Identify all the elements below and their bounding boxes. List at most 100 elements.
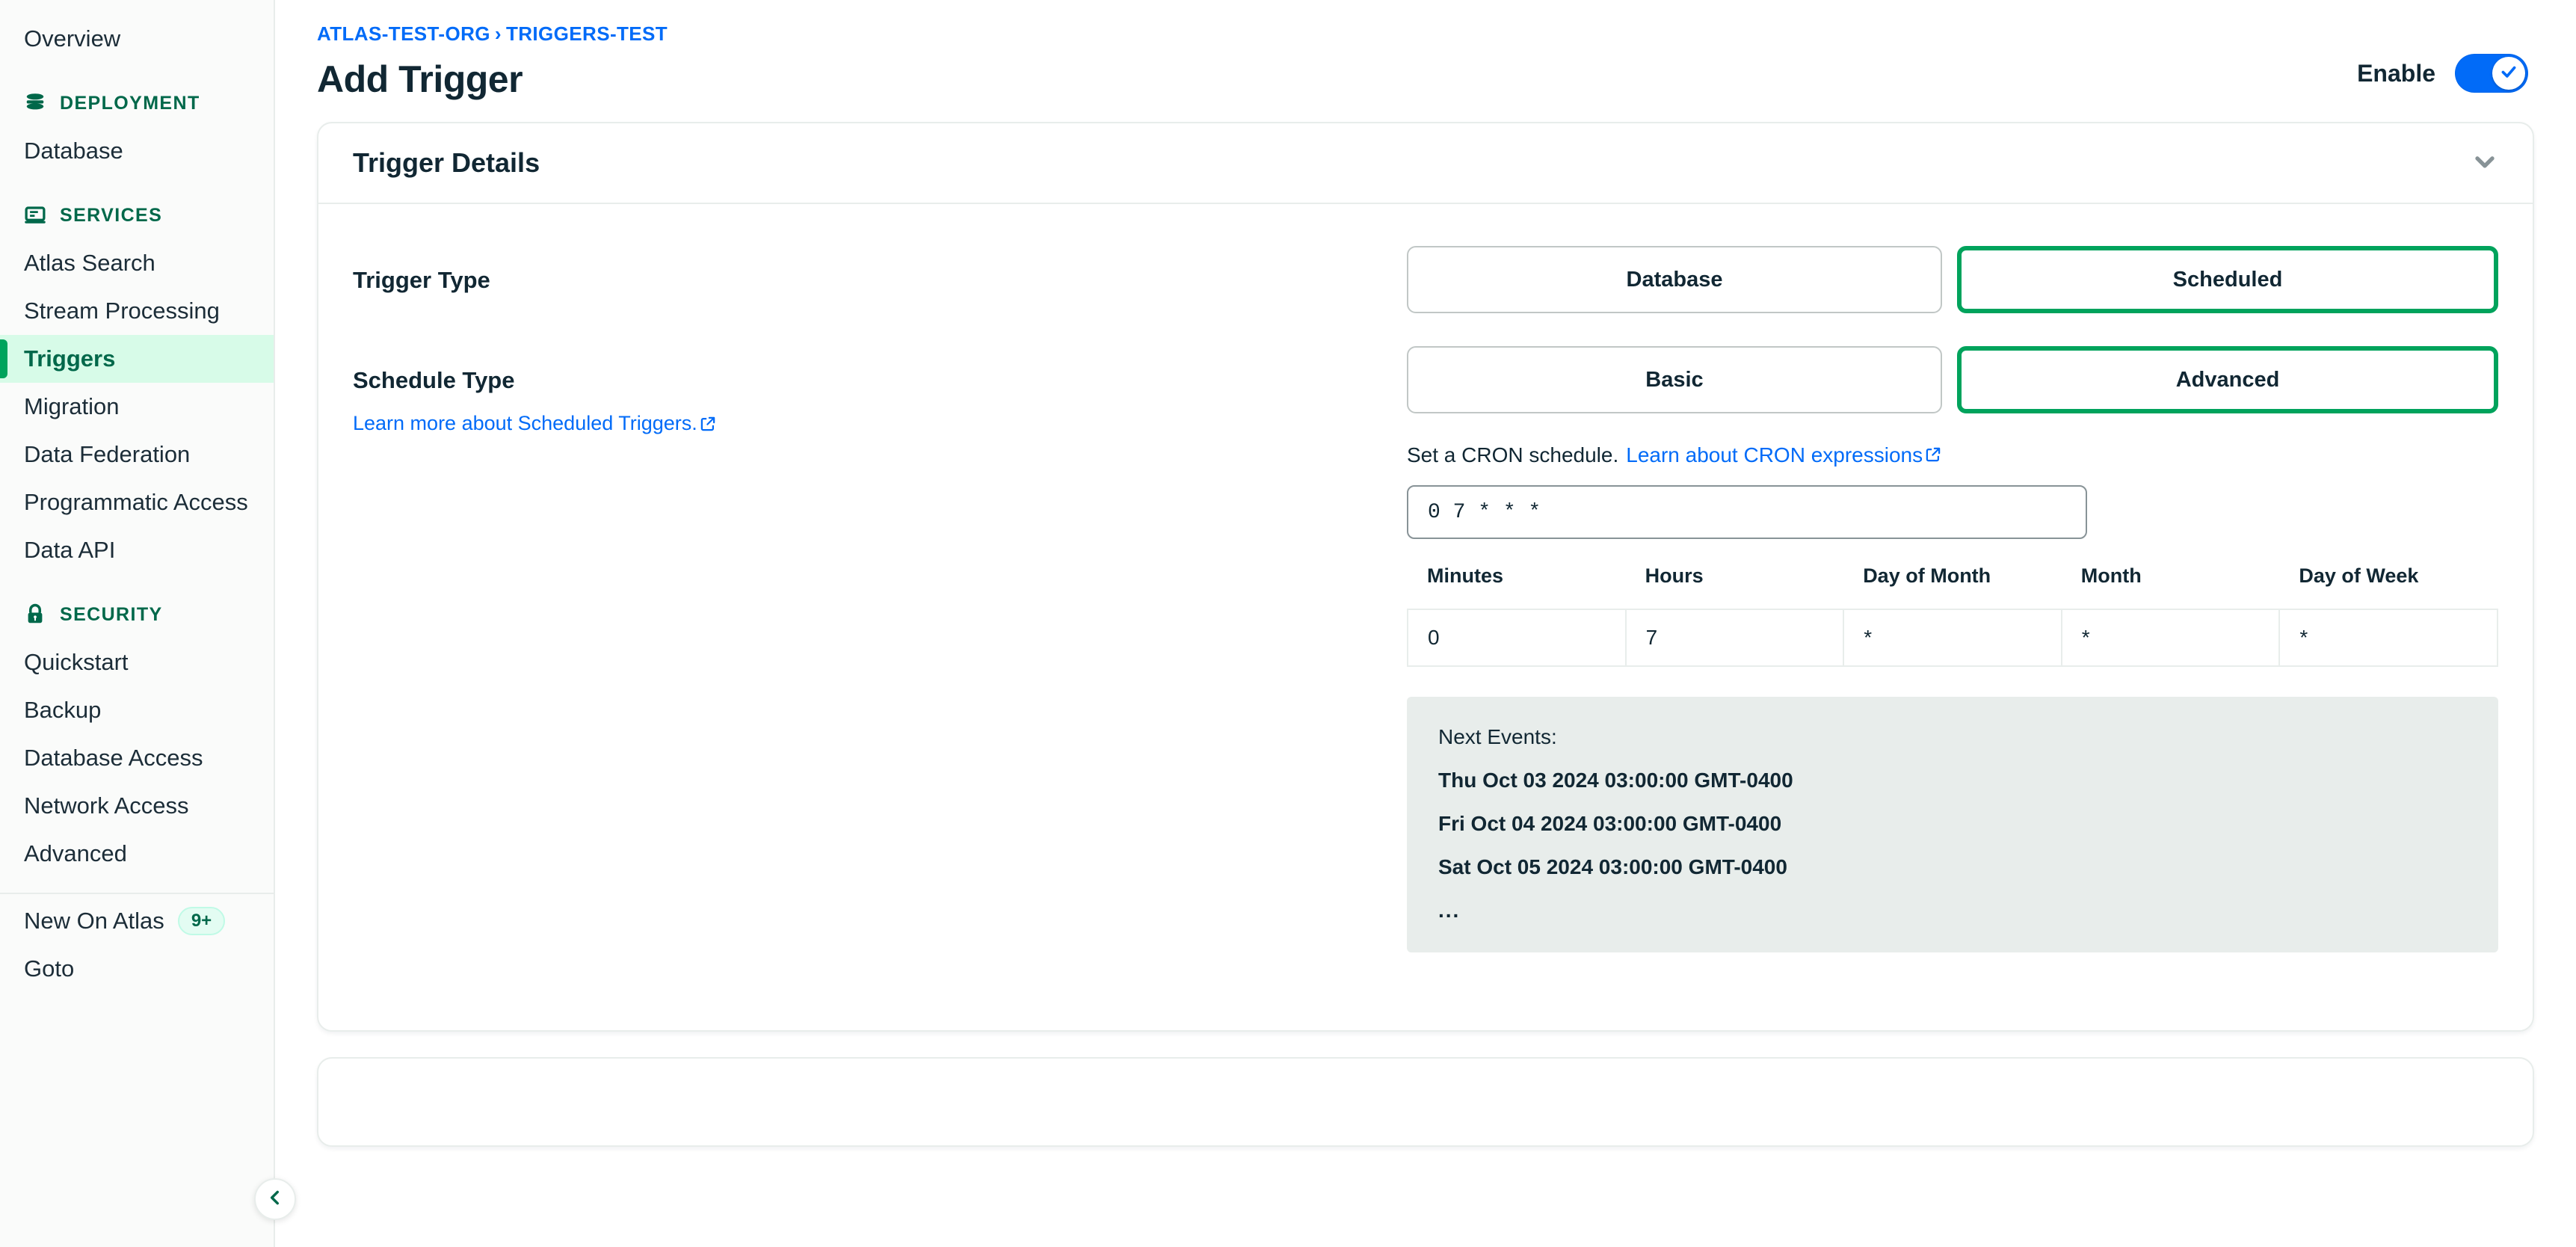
cron-column-day-of-month: Day of Month (1863, 564, 1991, 587)
sidebar-section-label: DEPLOYMENT (60, 92, 200, 114)
next-events-ellipsis: ... (1438, 899, 1461, 922)
cron-column-day-of-week: Day of Week (2299, 564, 2419, 587)
sidebar-item-label: Overview (24, 25, 121, 52)
trigger-details-title: Trigger Details (353, 147, 540, 178)
sidebar-section-label: SERVICES (60, 204, 163, 226)
sidebar-item-overview[interactable]: Overview (0, 15, 274, 63)
cron-column-minutes: Minutes (1427, 564, 1504, 587)
services-icon (24, 204, 46, 227)
cron-expressions-learn-text: Learn about CRON expressions (1626, 443, 1923, 467)
sidebar-section-label: SECURITY (60, 603, 163, 625)
breadcrumb[interactable]: ATLAS-TEST-ORG › TRIGGERS-TEST (317, 22, 668, 46)
cron-table-head: Minutes Hours Day of Month Month Day of … (1408, 564, 2498, 609)
sidebar-navigation: Overview DEPLOYMENT Database SERVICES At… (0, 0, 296, 1247)
sidebar-item-label: Migration (24, 393, 120, 419)
cron-column-month: Month (2080, 564, 2142, 587)
check-icon (2499, 62, 2518, 85)
chevron-down-icon[interactable] (2470, 147, 2500, 180)
sidebar-item-label: Database Access (24, 745, 203, 771)
sidebar-item-database[interactable]: Database (0, 127, 274, 175)
page-header: ATLAS-TEST-ORG › TRIGGERS-TEST Add Trigger… (275, 0, 2576, 101)
next-section-card (317, 1057, 2534, 1147)
trigger-type-label-col: Trigger Type (353, 246, 1407, 294)
list-item: Thu Oct 03 2024 03:00:00 GMT-0400 (1438, 769, 1793, 792)
enable-toggle[interactable] (2455, 54, 2528, 93)
trigger-type-segmented-control: Database Scheduled (1407, 246, 2498, 313)
trigger-type-control-col: Database Scheduled (1407, 246, 2498, 313)
atlas-app-window: Overview DEPLOYMENT Database SERVICES At… (0, 0, 2576, 1247)
trigger-details-body: Trigger Type Database Scheduled Schedule… (318, 204, 2533, 1030)
list-item: Sat Oct 05 2024 03:00:00 GMT-0400 (1438, 855, 1787, 878)
sidebar-item-label: Data API (24, 537, 116, 563)
sidebar-item-label: New On Atlas (24, 908, 164, 934)
database-icon (24, 92, 46, 114)
sidebar-item-label: Network Access (24, 792, 189, 819)
lock-icon (24, 603, 46, 626)
scheduled-triggers-learn-more-text: Learn more about Scheduled Triggers. (353, 412, 697, 434)
sidebar-item-label: Data Federation (24, 441, 191, 467)
trigger-type-label: Trigger Type (353, 267, 490, 293)
cron-expressions-learn-link[interactable]: Learn about CRON expressions (1626, 443, 1941, 467)
sidebar-item-label: Triggers (24, 345, 116, 372)
sidebar-item-migration[interactable]: Migration (0, 383, 274, 431)
sidebar-item-programmatic-access[interactable]: Programmatic Access (0, 478, 274, 526)
page-title: Add Trigger (317, 58, 523, 100)
sidebar-item-label: Backup (24, 697, 102, 723)
cron-caption: Set a CRON schedule. Learn about CRON ex… (1407, 443, 2498, 467)
schedule-type-label: Schedule Type (353, 367, 515, 393)
sidebar-item-label: Database (24, 138, 123, 164)
page-header-left: ATLAS-TEST-ORG › TRIGGERS-TEST Add Trigger (317, 22, 668, 101)
next-events-panel: Next Events: Thu Oct 03 2024 03:00:00 GM… (1407, 697, 2498, 952)
schedule-type-option-basic[interactable]: Basic (1407, 346, 1942, 413)
sidebar-item-advanced[interactable]: Advanced (0, 830, 274, 878)
schedule-type-control-col: Basic Advanced Set a CRON schedule. Lear… (1407, 346, 2498, 952)
external-link-icon (1926, 443, 1941, 467)
sidebar-section-services: SERVICES (0, 191, 274, 239)
cron-table-header-row: Minutes Hours Day of Month Month Day of … (1408, 564, 2498, 609)
cron-value-day-of-week[interactable]: * (2278, 609, 2498, 667)
table-row: 0 7 * * * (1407, 609, 2498, 667)
scheduled-triggers-learn-more-link[interactable]: Learn more about Scheduled Triggers. (353, 412, 715, 437)
sidebar-item-quickstart[interactable]: Quickstart (0, 638, 274, 686)
sidebar-item-triggers[interactable]: Triggers (0, 335, 274, 383)
trigger-type-option-scheduled[interactable]: Scheduled (1957, 246, 2498, 313)
sidebar-item-new-on-atlas[interactable]: New On Atlas 9+ (0, 897, 274, 945)
sidebar-item-label: Quickstart (24, 649, 129, 675)
schedule-type-label-col: Schedule Type Learn more about Scheduled… (353, 346, 1407, 437)
enable-toggle-group: Enable (2357, 54, 2528, 93)
schedule-type-segmented-control: Basic Advanced (1407, 346, 2498, 413)
cron-value-month[interactable]: * (2060, 609, 2281, 667)
cron-expression-input[interactable] (1407, 485, 2087, 539)
sidebar-item-data-api[interactable]: Data API (0, 526, 274, 574)
schedule-type-option-advanced[interactable]: Advanced (1957, 346, 2498, 413)
next-events-title: Next Events: (1438, 725, 1557, 748)
sidebar-item-label: Advanced (24, 840, 127, 866)
sidebar-section-security: SECURITY (0, 591, 274, 638)
breadcrumb-org-link[interactable]: ATLAS-TEST-ORG (317, 22, 490, 45)
trigger-type-row: Trigger Type Database Scheduled (353, 246, 2498, 313)
sidebar-item-data-federation[interactable]: Data Federation (0, 431, 274, 478)
sidebar-item-database-access[interactable]: Database Access (0, 734, 274, 782)
breadcrumb-separator: › (494, 22, 502, 45)
cron-value-day-of-month[interactable]: * (1843, 609, 2062, 667)
sidebar-item-backup[interactable]: Backup (0, 686, 274, 734)
trigger-details-card: Trigger Details Trigger Type Database Sc… (317, 122, 2534, 1032)
cron-value-hours[interactable]: 7 (1624, 609, 1845, 667)
sidebar-item-label: Goto (24, 955, 75, 982)
sidebar-item-label: Stream Processing (24, 298, 220, 324)
cron-fields-table: Minutes Hours Day of Month Month Day of … (1407, 564, 2498, 667)
sidebar-item-network-access[interactable]: Network Access (0, 782, 274, 830)
sidebar-item-label: Programmatic Access (24, 489, 248, 515)
schedule-type-row: Schedule Type Learn more about Scheduled… (353, 346, 2498, 952)
breadcrumb-project-link[interactable]: TRIGGERS-TEST (506, 22, 668, 45)
sidebar-item-atlas-search[interactable]: Atlas Search (0, 239, 274, 287)
sidebar-item-stream-processing[interactable]: Stream Processing (0, 287, 274, 335)
toggle-knob (2492, 57, 2525, 90)
cron-column-hours: Hours (1645, 564, 1704, 587)
trigger-type-option-database[interactable]: Database (1407, 246, 1942, 313)
cron-value-minutes[interactable]: 0 (1407, 609, 1627, 667)
trigger-details-header[interactable]: Trigger Details (318, 123, 2533, 204)
sidebar-item-goto[interactable]: Goto (0, 945, 274, 993)
cron-table-body: 0 7 * * * (1407, 609, 2498, 667)
sidebar-collapse-button[interactable] (254, 1178, 296, 1220)
